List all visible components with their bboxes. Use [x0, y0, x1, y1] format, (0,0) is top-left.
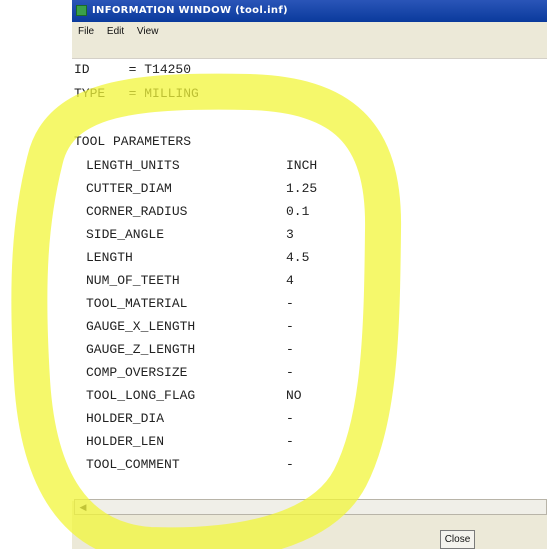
- window-title: INFORMATION WINDOW (tool.inf): [92, 5, 288, 16]
- param-value: -: [286, 365, 294, 380]
- param-value: 0.1: [286, 204, 310, 219]
- menu-file[interactable]: File: [72, 22, 98, 42]
- menu-bar: File Edit View: [72, 22, 547, 42]
- scroll-left-icon[interactable]: ◀: [77, 501, 89, 513]
- id-line: ID = T14250: [74, 62, 192, 77]
- param-name: TOOL_COMMENT: [86, 457, 180, 472]
- type-line: TYPE = MILLING: [74, 86, 199, 101]
- param-name: CORNER_RADIUS: [86, 204, 188, 219]
- information-window: INFORMATION WINDOW (tool.inf) File Edit …: [72, 0, 547, 549]
- param-value: -: [286, 296, 294, 311]
- close-button[interactable]: Close: [440, 530, 475, 549]
- param-value: 4: [286, 273, 294, 288]
- param-name: HOLDER_LEN: [86, 434, 165, 449]
- param-name: GAUGE_Z_LENGTH: [86, 342, 196, 357]
- param-name: COMP_OVERSIZE: [86, 365, 188, 380]
- horizontal-scrollbar[interactable]: ◀: [74, 499, 547, 515]
- param-value: -: [286, 457, 294, 472]
- param-value: NO: [286, 388, 302, 403]
- menu-view[interactable]: View: [131, 22, 163, 42]
- info-text-area[interactable]: ID = T14250 TYPE = MILLING TOOL PARAMETE…: [72, 58, 547, 501]
- param-value: -: [286, 342, 294, 357]
- param-name: GAUGE_X_LENGTH: [86, 319, 196, 334]
- param-name: HOLDER_DIA: [86, 411, 165, 426]
- app-icon: [76, 5, 87, 16]
- button-area: [72, 516, 547, 549]
- param-name: TOOL_LONG_FLAG: [86, 388, 196, 403]
- param-value: INCH: [286, 158, 318, 173]
- param-name: NUM_OF_TEETH: [86, 273, 180, 288]
- param-value: -: [286, 434, 294, 449]
- title-bar[interactable]: INFORMATION WINDOW (tool.inf): [72, 0, 547, 22]
- param-name: CUTTER_DIAM: [86, 181, 172, 196]
- menu-edit[interactable]: Edit: [101, 22, 128, 42]
- param-name: LENGTH: [86, 250, 133, 265]
- param-name: TOOL_MATERIAL: [86, 296, 188, 311]
- param-value: 3: [286, 227, 294, 242]
- param-value: -: [286, 319, 294, 334]
- param-value: 1.25: [286, 181, 318, 196]
- param-value: -: [286, 411, 294, 426]
- section-header: TOOL PARAMETERS: [74, 134, 192, 149]
- param-name: SIDE_ANGLE: [86, 227, 165, 242]
- param-name: LENGTH_UNITS: [86, 158, 180, 173]
- param-value: 4.5: [286, 250, 310, 265]
